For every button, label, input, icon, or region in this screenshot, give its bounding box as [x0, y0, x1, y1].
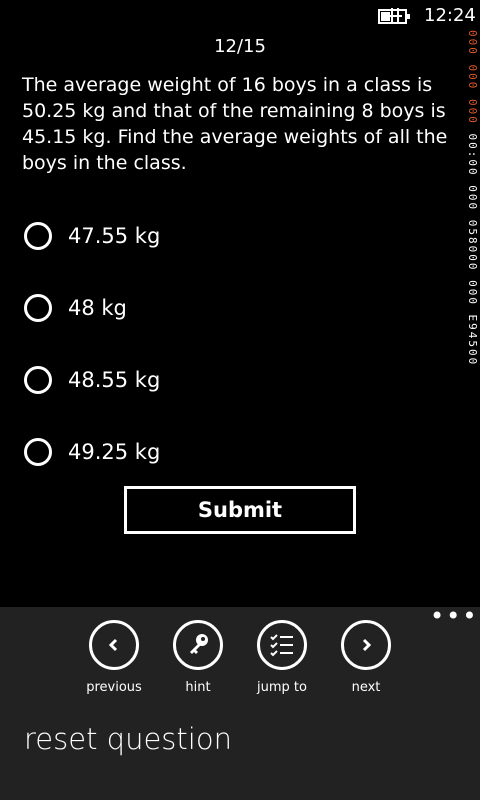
battery-charging-icon	[378, 8, 410, 24]
chevron-right-icon	[341, 620, 391, 670]
status-bar: 12:24	[0, 0, 480, 32]
submit-button[interactable]: Submit	[124, 486, 356, 534]
option-1[interactable]: 47.55 kg	[22, 200, 442, 272]
hint-button[interactable]: hint	[156, 620, 240, 695]
side-readout: 000 000 000 00:00 000 058000 000 E94500	[466, 30, 479, 367]
jump-to-button[interactable]: jump to	[240, 620, 324, 695]
previous-button[interactable]: previous	[72, 620, 156, 695]
option-2[interactable]: 48 kg	[22, 272, 442, 344]
jump-to-label: jump to	[257, 680, 307, 695]
option-3[interactable]: 48.55 kg	[22, 344, 442, 416]
reset-question-menu-item[interactable]: reset question	[24, 722, 232, 756]
radio-button[interactable]	[24, 438, 52, 466]
answer-options: 47.55 kg 48 kg 48.55 kg 49.25 kg	[22, 200, 442, 488]
next-label: next	[351, 680, 381, 695]
option-4[interactable]: 49.25 kg	[22, 416, 442, 488]
next-button[interactable]: next	[324, 620, 408, 695]
option-label: 48 kg	[68, 296, 127, 320]
question-counter: 12/15	[214, 36, 266, 57]
key-icon	[173, 620, 223, 670]
clock: 12:24	[424, 5, 476, 26]
checklist-icon	[257, 620, 307, 670]
radio-button[interactable]	[24, 222, 52, 250]
previous-label: previous	[86, 680, 142, 695]
hint-label: hint	[185, 680, 211, 695]
option-label: 47.55 kg	[68, 224, 161, 248]
radio-button[interactable]	[24, 294, 52, 322]
chevron-left-icon	[89, 620, 139, 670]
radio-button[interactable]	[24, 366, 52, 394]
option-label: 49.25 kg	[68, 440, 161, 464]
option-label: 48.55 kg	[68, 368, 161, 392]
question-text: The average weight of 16 boys in a class…	[22, 74, 448, 174]
more-icon[interactable]: •••	[430, 604, 476, 628]
